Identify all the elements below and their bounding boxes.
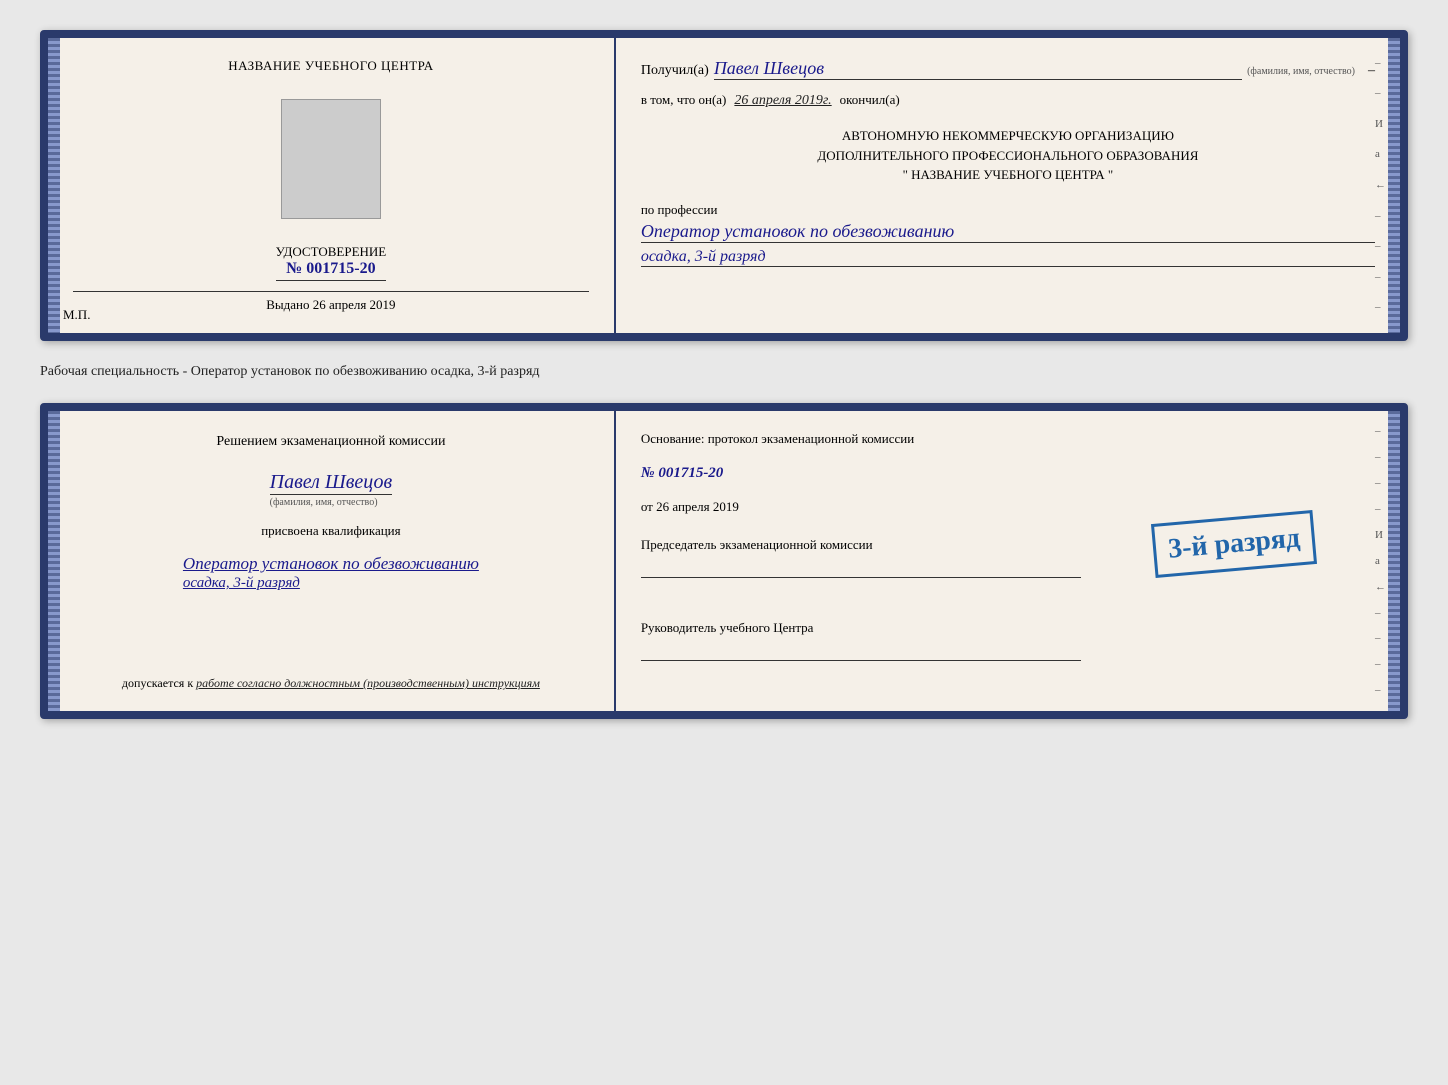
- right-edge-marks: – – И а ← – – – –: [1375, 38, 1386, 333]
- profession-line2: осадка, 3-й разряд: [641, 248, 1375, 267]
- protocol-number-block: № 001715-20: [641, 464, 1375, 482]
- binding-right-bottom: [1388, 411, 1400, 711]
- right-edge-marks-bottom: – – – – И а ← – – – –: [1375, 411, 1386, 711]
- protocol-date: от 26 апреля 2019: [641, 499, 1375, 515]
- top-document: НАЗВАНИЕ УЧЕБНОГО ЦЕНТРА УДОСТОВЕРЕНИЕ №…: [40, 30, 1408, 341]
- top-doc-right: Получил(а) Павел Швецов (фамилия, имя, о…: [616, 38, 1400, 333]
- cert-number: № 001715-20: [276, 260, 387, 281]
- director-section: Руководитель учебного Центра: [641, 620, 1375, 661]
- binding-right: [1388, 38, 1400, 333]
- stamp: 3-й разряд: [1151, 510, 1317, 578]
- qual-line1: Оператор установок по обезвоживанию: [183, 554, 479, 573]
- page-container: НАЗВАНИЕ УЧЕБНОГО ЦЕНТРА УДОСТОВЕРЕНИЕ №…: [20, 20, 1428, 729]
- photo-placeholder: [281, 99, 381, 219]
- cert-number-section: УДОСТОВЕРЕНИЕ № 001715-20: [276, 244, 387, 281]
- person-name: Павел Швецов: [270, 471, 393, 494]
- decision-label: Решением экзаменационной комиссии: [216, 431, 445, 453]
- admitted-line: допускается к работе согласно должностны…: [122, 676, 540, 691]
- assigned-label: присвоена квалификация: [261, 523, 400, 539]
- profession-line1: Оператор установок по обезвоживанию: [641, 221, 1375, 243]
- separator-text: Рабочая специальность - Оператор установ…: [40, 359, 1408, 385]
- mp-label: М.П.: [63, 307, 90, 323]
- protocol-number: № 001715-20: [641, 465, 723, 481]
- fio-label-top: (фамилия, имя, отчество): [1247, 66, 1355, 77]
- fio-label-bottom: (фамилия, имя, отчество): [270, 494, 393, 508]
- qualification-block: Оператор установок по обезвоживанию осад…: [183, 554, 479, 592]
- profession-section: по профессии Оператор установок по обезв…: [641, 202, 1375, 267]
- chairman-sig-line: [641, 558, 1081, 578]
- bottom-doc-left: Решением экзаменационной комиссии Павел …: [48, 411, 616, 711]
- director-sig-line: [641, 641, 1081, 661]
- training-center-title: НАЗВАНИЕ УЧЕБНОГО ЦЕНТРА: [228, 58, 433, 74]
- issued-line: Выдано 26 апреля 2019: [73, 291, 589, 313]
- recipient-line: Получил(а) Павел Швецов (фамилия, имя, о…: [641, 58, 1375, 80]
- cert-label: УДОСТОВЕРЕНИЕ: [276, 244, 387, 260]
- recipient-name: Павел Швецов: [714, 58, 1242, 80]
- chairman-section: Председатель экзаменационной комиссии 3-…: [641, 537, 1375, 578]
- admitted-text: работе согласно должностным (производств…: [196, 676, 540, 690]
- basis-section: Основание: протокол экзаменационной коми…: [641, 431, 1375, 447]
- completion-date: 26 апреля 2019г.: [734, 93, 831, 109]
- person-block: Павел Швецов (фамилия, имя, отчество): [270, 471, 393, 508]
- qual-line2: осадка, 3-й разряд: [183, 575, 300, 591]
- date-completion-line: в том, что он(а) 26 апреля 2019г. окончи…: [641, 92, 1375, 109]
- bottom-document: Решением экзаменационной комиссии Павел …: [40, 403, 1408, 719]
- org-block: АВТОНОМНУЮ НЕКОММЕРЧЕСКУЮ ОРГАНИЗАЦИЮ ДО…: [641, 126, 1375, 185]
- bottom-doc-right: Основание: протокол экзаменационной коми…: [616, 411, 1400, 711]
- top-doc-left: НАЗВАНИЕ УЧЕБНОГО ЦЕНТРА УДОСТОВЕРЕНИЕ №…: [48, 38, 616, 333]
